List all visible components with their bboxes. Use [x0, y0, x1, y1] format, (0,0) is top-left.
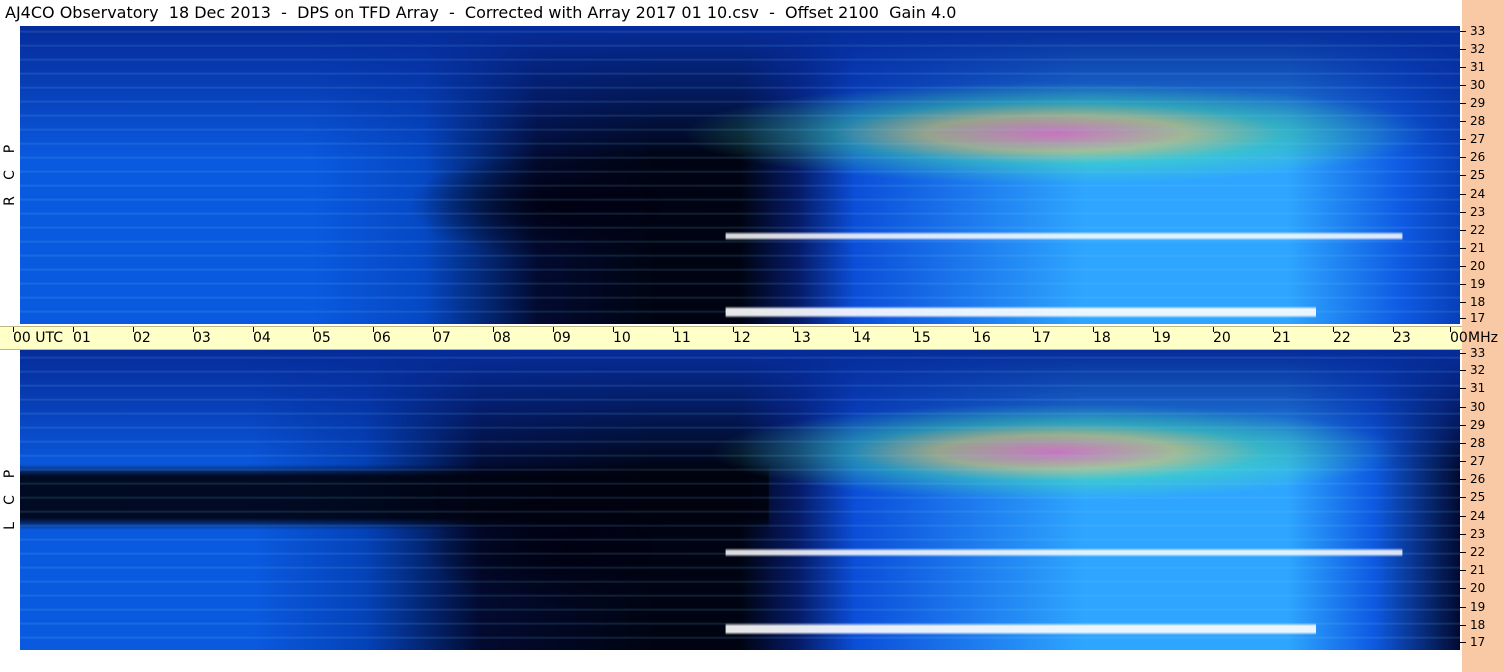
freq-tick: 31	[1460, 60, 1503, 74]
time-tick: 02	[133, 327, 151, 349]
time-tick: 13	[793, 327, 811, 349]
freq-tick: 29	[1460, 418, 1503, 432]
time-tick: 22	[1333, 327, 1351, 349]
freq-tick: 26	[1460, 472, 1503, 486]
freq-tick: 30	[1460, 78, 1503, 92]
lcp-frequency-axis: 33 32 31 30 29 28 27 26 25 24 23 22 21 2…	[1460, 346, 1503, 650]
freq-tick: 23	[1460, 527, 1503, 541]
time-tick: 07	[433, 327, 451, 349]
time-tick: 03	[193, 327, 211, 349]
time-tick: 14	[853, 327, 871, 349]
utc-time-axis: 00 UTC 01 02 03 04 05 06 07 08 09 10 11 …	[0, 326, 1498, 350]
time-tick: 10	[613, 327, 631, 349]
freq-tick: 17	[1460, 311, 1503, 325]
freq-tick: 19	[1460, 600, 1503, 614]
lcp-label-letter: L	[2, 522, 18, 530]
time-tick: 09	[553, 327, 571, 349]
time-tick: 05	[313, 327, 331, 349]
lcp-label: P C L	[0, 350, 20, 650]
freq-tick: 33	[1460, 24, 1503, 38]
freq-tick: 28	[1460, 114, 1503, 128]
time-tick: 21	[1273, 327, 1291, 349]
freq-tick: 24	[1460, 509, 1503, 523]
time-tick: 00 UTC	[13, 327, 63, 349]
freq-tick: 21	[1460, 241, 1503, 255]
freq-tick: 20	[1460, 259, 1503, 273]
rcp-label: P C R	[0, 26, 20, 324]
time-tick: 15	[913, 327, 931, 349]
time-tick: 18	[1093, 327, 1111, 349]
freq-tick: 31	[1460, 381, 1503, 395]
time-tick: 01	[73, 327, 91, 349]
time-tick: 16	[973, 327, 991, 349]
freq-tick: 33	[1460, 346, 1503, 360]
rcp-spectrogram[interactable]	[20, 26, 1460, 324]
rcp-label-letter: R	[2, 196, 18, 206]
freq-tick: 27	[1460, 454, 1503, 468]
freq-tick: 27	[1460, 132, 1503, 146]
time-tick: 08	[493, 327, 511, 349]
window-title: AJ4CO Observatory 18 Dec 2013 - DPS on T…	[0, 0, 1462, 26]
freq-tick: 25	[1460, 490, 1503, 504]
time-tick: 06	[373, 327, 391, 349]
time-tick: 04	[253, 327, 271, 349]
freq-tick: 29	[1460, 96, 1503, 110]
lcp-label-letter: C	[2, 495, 18, 505]
freq-tick: 25	[1460, 168, 1503, 182]
freq-tick: 30	[1460, 400, 1503, 414]
freq-tick: 19	[1460, 277, 1503, 291]
rcp-frequency-axis: 33 32 31 30 29 28 27 26 25 24 23 22 21 2…	[1460, 24, 1503, 325]
freq-tick: 18	[1460, 618, 1503, 632]
freq-tick: 22	[1460, 223, 1503, 237]
time-tick: 11	[673, 327, 691, 349]
app-window: AJ4CO Observatory 18 Dec 2013 - DPS on T…	[0, 0, 1503, 672]
freq-tick: 24	[1460, 187, 1503, 201]
time-tick: 19	[1153, 327, 1171, 349]
time-tick: 17	[1033, 327, 1051, 349]
utc-label: UTC	[35, 330, 64, 346]
freq-tick: 32	[1460, 363, 1503, 377]
freq-tick: 32	[1460, 42, 1503, 56]
rcp-label-letter: C	[2, 170, 18, 180]
rcp-label-letter: P	[2, 144, 18, 154]
time-tick: 20	[1213, 327, 1231, 349]
lcp-spectrogram[interactable]	[20, 350, 1460, 650]
freq-tick: 22	[1460, 545, 1503, 559]
time-tick: 12	[733, 327, 751, 349]
lcp-label-letter: P	[2, 469, 18, 479]
freq-tick: 23	[1460, 205, 1503, 219]
freq-tick: 18	[1460, 295, 1503, 309]
freq-tick: 20	[1460, 581, 1503, 595]
freq-tick: 26	[1460, 150, 1503, 164]
freq-tick: 21	[1460, 563, 1503, 577]
time-tick: 23	[1393, 327, 1411, 349]
freq-tick: 28	[1460, 436, 1503, 450]
freq-tick: 17	[1460, 635, 1503, 649]
